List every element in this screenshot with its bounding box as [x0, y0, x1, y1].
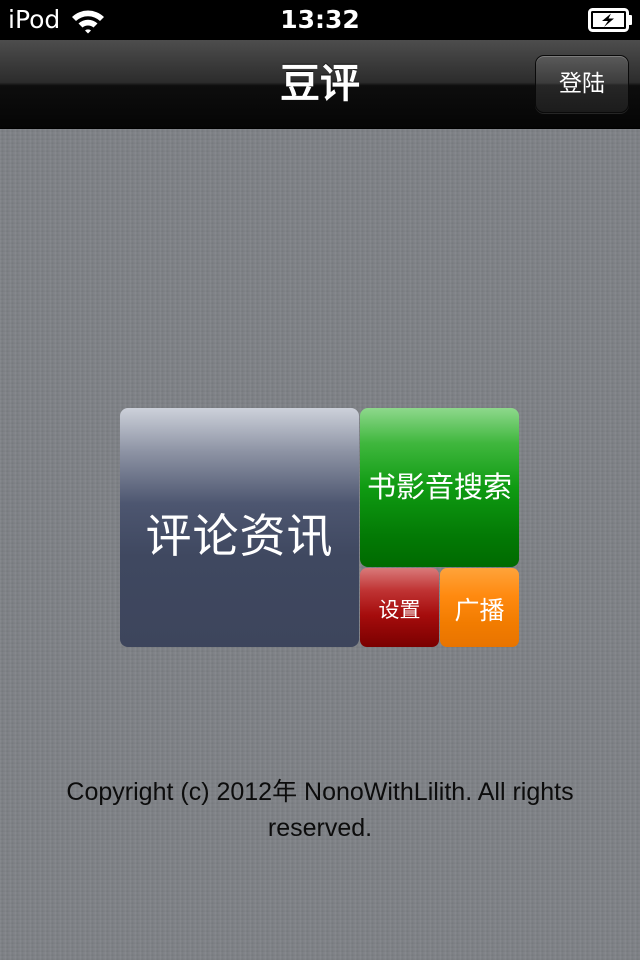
- settings-label: 设置: [378, 597, 421, 622]
- reviews-news-tile[interactable]: 评论资讯: [120, 408, 359, 647]
- status-time: 13:32: [280, 5, 360, 34]
- battery-charging-icon: [588, 8, 634, 32]
- media-search-tile[interactable]: 书影音搜索: [360, 408, 519, 567]
- copyright-footer: Copyright (c) 2012年 NonoWithLilith. All …: [66, 778, 574, 842]
- reviews-news-label: 评论资讯: [145, 508, 334, 563]
- login-button[interactable]: 登陆: [535, 55, 629, 113]
- broadcast-tile[interactable]: 广播: [440, 568, 519, 647]
- broadcast-label: 广播: [454, 595, 505, 625]
- navigation-bar: 豆评 登陆: [0, 40, 640, 129]
- settings-tile[interactable]: 设置: [360, 568, 439, 647]
- media-search-label: 书影音搜索: [366, 469, 512, 504]
- status-bar: iPod 13:32: [0, 0, 640, 40]
